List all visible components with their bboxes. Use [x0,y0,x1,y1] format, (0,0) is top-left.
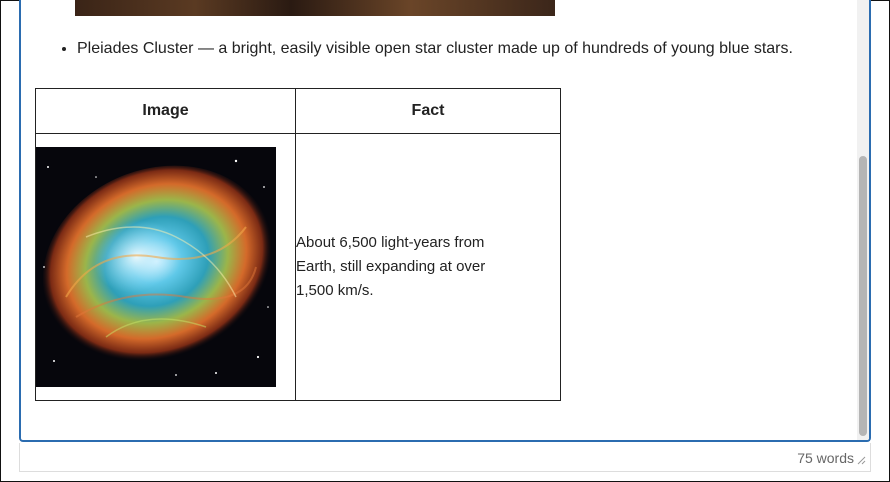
bullet-list: Pleiades Cluster — a bright, easily visi… [57,38,793,60]
table-header-row: Image Fact [35,88,561,134]
crab-nebula-image[interactable] [36,147,276,387]
editor-content[interactable]: Pleiades Cluster — a bright, easily visi… [21,0,857,440]
table-header-fact[interactable]: Fact [295,88,561,134]
facts-table[interactable]: Image Fact About 6,500 light-years from … [35,88,561,401]
previous-image-partial[interactable] [75,0,555,16]
table-cell-fact[interactable]: About 6,500 light-years from Earth, stil… [295,133,561,401]
word-count: 75 words [797,450,854,466]
list-item[interactable]: Pleiades Cluster — a bright, easily visi… [77,38,793,60]
rich-text-editor[interactable]: Pleiades Cluster — a bright, easily visi… [19,0,871,442]
table-header-image[interactable]: Image [35,88,296,134]
vertical-scrollbar[interactable] [857,0,869,440]
resize-handle-icon[interactable] [856,455,866,465]
scrollbar-thumb[interactable] [859,156,867,436]
table-row: About 6,500 light-years from Earth, stil… [35,133,561,401]
fact-text: About 6,500 light-years from Earth, stil… [296,234,486,299]
window: Pleiades Cluster — a bright, easily visi… [0,0,890,482]
table-cell-image[interactable] [35,133,296,401]
status-bar: 75 words [19,443,871,472]
